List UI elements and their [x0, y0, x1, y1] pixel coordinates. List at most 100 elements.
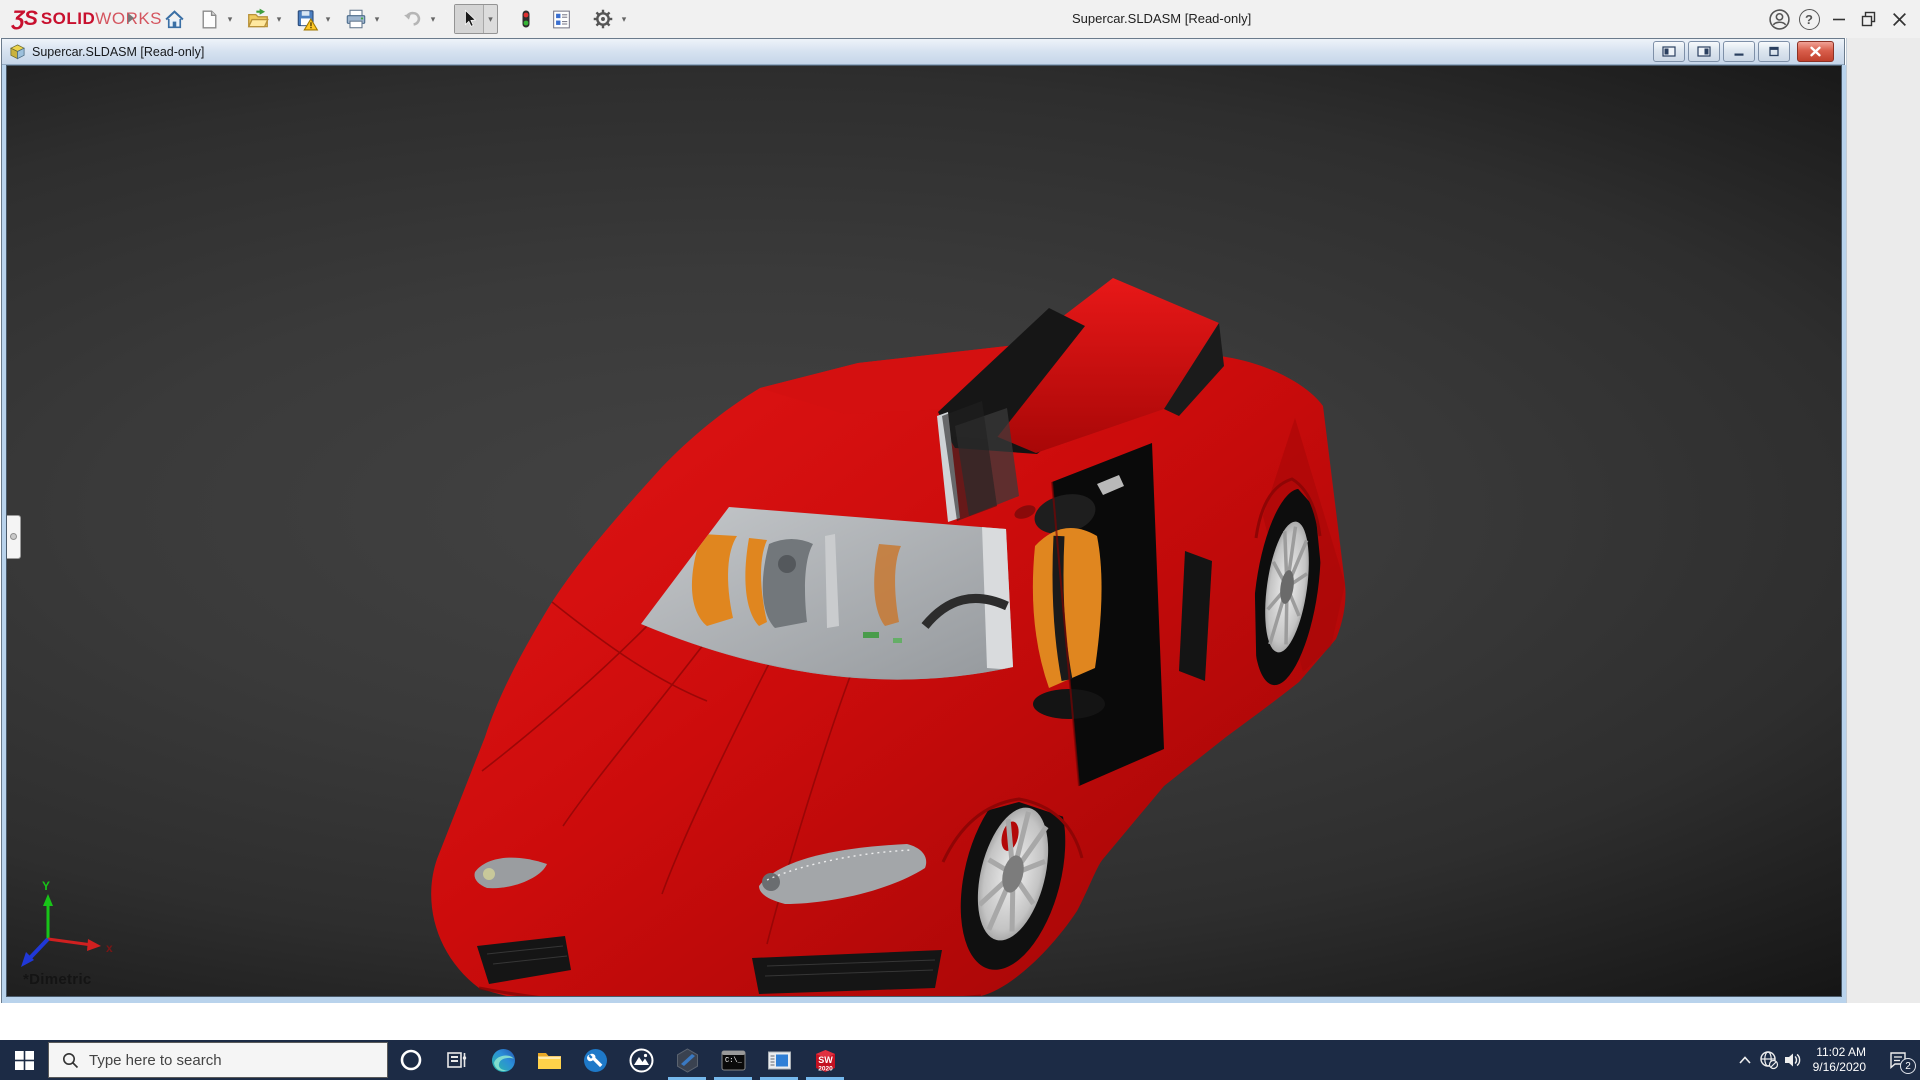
- minimize-button[interactable]: [1824, 0, 1854, 38]
- select-tool-button[interactable]: [455, 5, 483, 33]
- new-document-icon: [198, 8, 221, 31]
- menu-flyout-arrow-icon[interactable]: [128, 13, 134, 23]
- minimize-icon: [1831, 11, 1847, 27]
- view-orientation-label: *Dimetric: [23, 971, 92, 988]
- select-cursor-icon: [458, 8, 480, 30]
- triad-x-label: x: [106, 941, 113, 955]
- clock-date: 9/16/2020: [1813, 1060, 1866, 1075]
- pane-left-icon: [1662, 46, 1676, 57]
- help-icon: ?: [1799, 9, 1820, 30]
- undo-dropdown[interactable]: ▾: [426, 5, 440, 33]
- graphics-viewport[interactable]: Y x *Dimetric: [7, 66, 1841, 996]
- rebuild-button[interactable]: [512, 5, 540, 33]
- media-mountain-button[interactable]: [618, 1040, 664, 1080]
- media-mountain-icon: [628, 1047, 655, 1074]
- edge-button[interactable]: [480, 1040, 526, 1080]
- solidworks-logo: ƷS SOLID WORKS: [12, 7, 162, 31]
- chevron-up-icon: [1738, 1055, 1752, 1065]
- restore-icon: [1860, 10, 1878, 28]
- cortana-icon: [399, 1048, 423, 1072]
- task-view-icon: [445, 1048, 469, 1072]
- print-button[interactable]: [342, 5, 370, 33]
- gear-icon: [591, 7, 615, 31]
- solidworks-2020-button[interactable]: SW 2020: [802, 1040, 848, 1080]
- sw-letters: SW: [818, 1055, 833, 1065]
- options-dropdown[interactable]: ▾: [617, 5, 631, 33]
- sign-in-button[interactable]: [1764, 0, 1794, 38]
- supercar-3d-model[interactable]: Y x: [7, 66, 1841, 996]
- wrench-tool-button[interactable]: [572, 1040, 618, 1080]
- save-button[interactable]: [293, 5, 321, 33]
- status-bar-strip: [0, 1003, 1920, 1040]
- undo-button[interactable]: [398, 5, 426, 33]
- document-title-bar[interactable]: Supercar.SLDASM [Read-only]: [2, 39, 1844, 65]
- solidworks-logo-bold: SOLID: [41, 9, 95, 29]
- taskbar-search[interactable]: [48, 1042, 388, 1078]
- doc-restore-icon: [1768, 46, 1780, 57]
- options-button[interactable]: [589, 5, 617, 33]
- close-button[interactable]: [1884, 0, 1914, 38]
- doc-pane-left-button[interactable]: [1653, 41, 1685, 62]
- reference-triad: Y x: [21, 879, 113, 967]
- seat-hole: [778, 555, 796, 573]
- cortana-button[interactable]: [388, 1040, 434, 1080]
- home-button[interactable]: [160, 5, 188, 33]
- save-dropdown[interactable]: ▾: [321, 5, 335, 33]
- doc-minimize-button[interactable]: [1723, 41, 1755, 62]
- file-explorer-icon: [536, 1047, 563, 1074]
- doc-close-button[interactable]: [1797, 41, 1834, 62]
- open-button[interactable]: [244, 5, 272, 33]
- select-tool-dropdown[interactable]: ▾: [483, 5, 497, 33]
- action-center-button[interactable]: 2: [1876, 1040, 1920, 1080]
- doc-restore-button[interactable]: [1758, 41, 1790, 62]
- wrench-icon: [582, 1047, 609, 1074]
- pane-right-icon: [1697, 46, 1711, 57]
- restore-button[interactable]: [1854, 0, 1884, 38]
- headlight-lens: [762, 873, 780, 891]
- person-icon: [1768, 8, 1791, 31]
- start-button[interactable]: [0, 1040, 48, 1080]
- open-dropdown[interactable]: ▾: [272, 5, 286, 33]
- solidworks-logo-mark: ƷS: [12, 7, 37, 31]
- new-document-dropdown[interactable]: ▾: [223, 5, 237, 33]
- system-tray: 11:02 AM 9/16/2020 2: [1733, 1040, 1920, 1080]
- doc-pane-right-button[interactable]: [1688, 41, 1720, 62]
- document-window-controls: [1653, 41, 1834, 62]
- triad-y-label: Y: [42, 879, 50, 893]
- hexagon-app-button[interactable]: [664, 1040, 710, 1080]
- document-title: Supercar.SLDASM [Read-only]: [32, 45, 204, 59]
- print-dropdown[interactable]: ▾: [370, 5, 384, 33]
- command-prompt-button[interactable]: C:\_: [710, 1040, 756, 1080]
- blue-window-app-icon: [766, 1047, 793, 1074]
- search-input[interactable]: [89, 1052, 387, 1069]
- blue-window-app-button[interactable]: [756, 1040, 802, 1080]
- network-button[interactable]: [1757, 1040, 1781, 1080]
- main-toolbar: ▾ ▾ ▾: [160, 5, 631, 33]
- featuremanager-collapsed-tab[interactable]: [7, 515, 21, 559]
- close-icon: [1891, 11, 1908, 28]
- file-explorer-button[interactable]: [526, 1040, 572, 1080]
- task-view-button[interactable]: [434, 1040, 480, 1080]
- taskbar-clock[interactable]: 11:02 AM 9/16/2020: [1813, 1045, 1866, 1075]
- traffic-light-icon: [515, 8, 537, 30]
- notification-badge: 2: [1900, 1058, 1916, 1074]
- help-button[interactable]: ?: [1794, 0, 1824, 38]
- print-icon: [344, 7, 368, 31]
- open-folder-icon: [246, 7, 270, 31]
- assembly-cube-icon: [9, 43, 26, 60]
- app-title-bar: ƷS SOLID WORKS ▾ ▾: [0, 0, 1920, 38]
- file-properties-button[interactable]: [547, 5, 575, 33]
- tray-chevron-button[interactable]: [1733, 1040, 1757, 1080]
- hexagon-app-icon: [674, 1047, 701, 1074]
- solidworks-2020-icon: SW 2020: [812, 1047, 839, 1074]
- task-pane-strip: [1846, 38, 1920, 1003]
- doc-minimize-icon: [1733, 47, 1745, 57]
- file-properties-icon: [550, 8, 573, 31]
- home-icon: [163, 8, 186, 31]
- edge-icon: [490, 1047, 517, 1074]
- select-tool-group: ▾: [454, 4, 498, 34]
- new-document-button[interactable]: [195, 5, 223, 33]
- viewport-frame: Y x *Dimetric: [2, 65, 1846, 1003]
- headlight-lens-left: [483, 868, 495, 880]
- volume-button[interactable]: [1781, 1040, 1805, 1080]
